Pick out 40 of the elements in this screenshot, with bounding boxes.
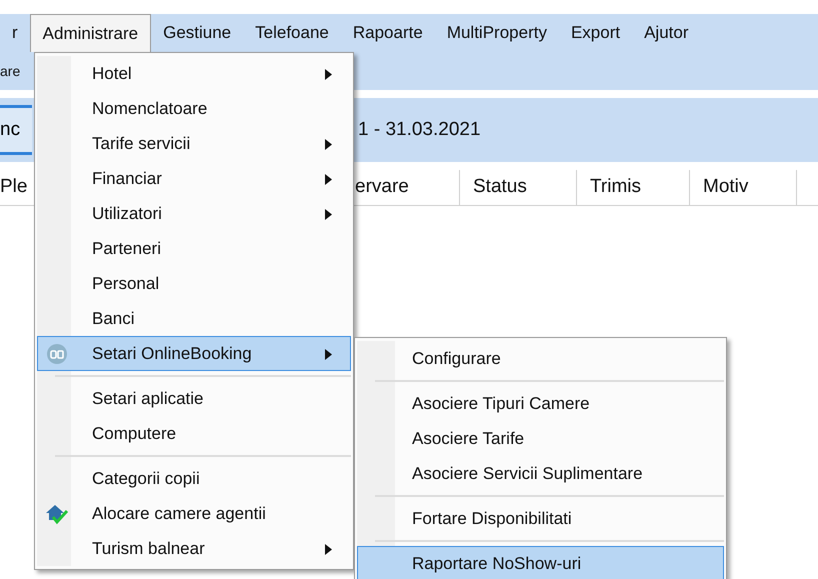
menu-bar-item[interactable]: Telefoane (243, 14, 341, 52)
submenu-arrow-icon (325, 349, 332, 360)
menu-item[interactable]: Tarife servicii (37, 126, 351, 161)
date-range: 1 - 31.03.2021 (358, 118, 481, 142)
menu-item[interactable]: Banci (37, 301, 351, 336)
menu-item[interactable]: Setari aplicatie (37, 381, 351, 416)
menu-item[interactable]: Hotel (37, 56, 351, 91)
menu-item[interactable]: Asociere Servicii Suplimentare (357, 456, 724, 491)
house-check-icon (44, 502, 70, 526)
submenu-arrow-icon (325, 69, 332, 80)
menu-bar-item[interactable]: Rapoarte (340, 14, 435, 52)
toolbar-label[interactable]: are (0, 60, 20, 82)
menu-item[interactable]: Raportare NoShow-uri (357, 546, 724, 579)
menu-bar-item[interactable]: Gestiune (151, 14, 244, 52)
submenu-arrow-icon (325, 544, 332, 555)
menu-item[interactable]: Asociere Tarife (357, 421, 724, 456)
menu-item[interactable]: Alocare camere agentii (37, 496, 351, 531)
submenu-arrow-icon (325, 209, 332, 220)
column-header[interactable]: Trimis (577, 170, 690, 205)
submenu-arrow-icon (325, 174, 332, 185)
menu-item[interactable]: Categorii copii (37, 461, 351, 496)
menu-item[interactable]: Nomenclatoare (37, 91, 351, 126)
menu-bar-item[interactable]: Export (558, 14, 632, 52)
menu-bar-item[interactable]: Administrare (30, 14, 152, 52)
column-header[interactable]: Status (460, 170, 577, 205)
menu-item[interactable]: Turism balnear (37, 531, 351, 566)
menu-item[interactable]: Fortare Disponibilitati (357, 501, 724, 536)
menu-item[interactable]: Setari OnlineBooking (37, 336, 351, 371)
badge-icon (46, 343, 68, 365)
menu-item[interactable]: Configurare (357, 341, 724, 376)
menu-bar-item[interactable]: MultiProperty (434, 14, 559, 52)
menu-item[interactable]: Personal (37, 266, 351, 301)
panel-tab[interactable]: nc (0, 105, 32, 155)
menu-bar-item[interactable]: r (0, 14, 30, 52)
submenu-arrow-icon (325, 139, 332, 150)
menu-bar-item[interactable]: Ajutor (632, 14, 701, 52)
menu-item[interactable]: Computere (37, 416, 351, 451)
column-header[interactable]: Motiv (690, 170, 797, 205)
menu-item[interactable]: Asociere Tipuri Camere (357, 386, 724, 421)
menu-item[interactable]: Parteneri (37, 231, 351, 266)
